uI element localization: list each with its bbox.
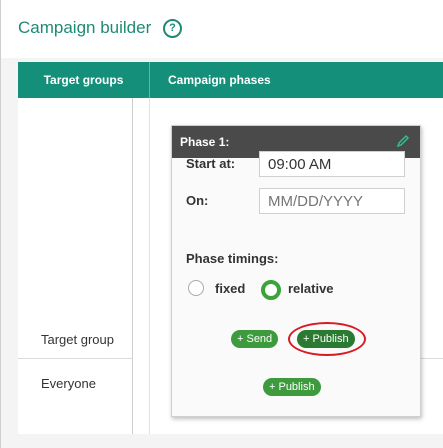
campaign-builder-panel: Campaign builder ? Target groups Campaig… (0, 0, 443, 448)
header-campaign-phases: Campaign phases (168, 73, 271, 87)
row-separator (18, 358, 132, 359)
title-bar: Campaign builder ? (1, 0, 443, 58)
phase-timings-label: Phase timings: (186, 251, 279, 266)
radio-relative[interactable] (261, 280, 281, 300)
radio-fixed-label: fixed (215, 281, 246, 296)
radio-relative-label: relative (288, 281, 334, 296)
radio-fixed[interactable] (188, 280, 204, 296)
start-time-input[interactable] (259, 151, 405, 177)
phase-title: Phase 1: (180, 135, 230, 149)
highlight-circle (288, 322, 366, 356)
start-at-label: Start at: (186, 156, 236, 171)
header-target-groups: Target groups (43, 73, 124, 87)
column-divider (132, 98, 133, 434)
header-divider (149, 62, 150, 98)
row-separator (419, 358, 443, 359)
row-label-target-group: Target group (41, 332, 114, 347)
phase-card: Phase 1: Start at: On: Phase timings: fi… (171, 125, 421, 417)
send-button[interactable]: + Send (231, 330, 279, 348)
table-header: Target groups Campaign phases (18, 62, 443, 98)
publish-button-everyone[interactable]: + Publish (263, 378, 321, 396)
pencil-icon[interactable] (396, 134, 410, 148)
help-icon[interactable]: ? (163, 19, 182, 38)
column-divider-secondary (149, 98, 150, 434)
row-label-everyone: Everyone (41, 376, 96, 391)
page-title: Campaign builder (18, 18, 152, 37)
date-input[interactable] (259, 188, 405, 214)
on-label: On: (186, 193, 209, 208)
